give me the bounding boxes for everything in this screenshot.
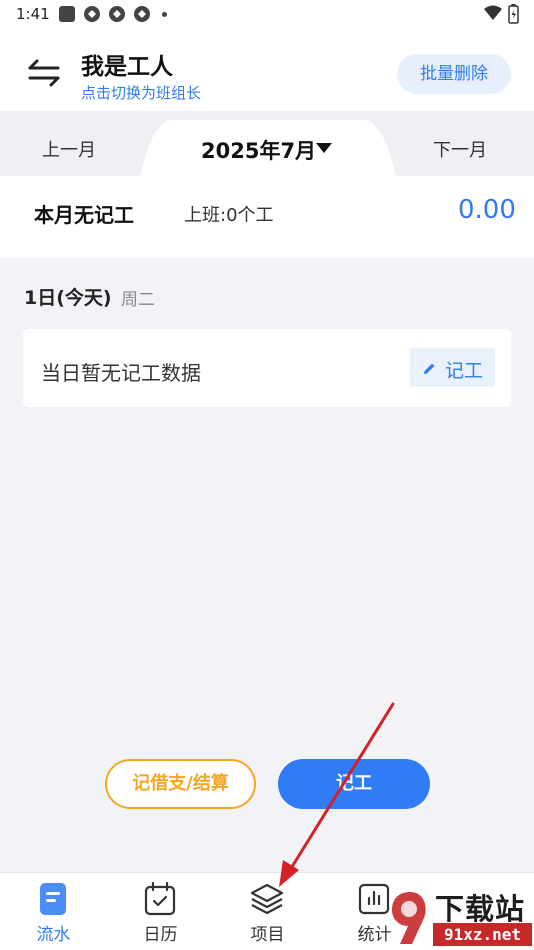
caret-down-icon[interactable] xyxy=(316,143,332,153)
next-month-button[interactable]: 下一月 xyxy=(433,136,487,162)
notification-app-icon xyxy=(134,6,150,22)
role-title[interactable]: 我是工人 xyxy=(81,47,173,81)
watermark-url: 91xz.net xyxy=(433,923,532,946)
day-empty-text: 当日暂无记工数据 xyxy=(41,361,201,385)
switch-role-icon[interactable] xyxy=(24,56,64,90)
day-card: 当日暂无记工数据 记工 xyxy=(23,329,511,407)
watermark-logo xyxy=(392,892,426,944)
notification-square-icon xyxy=(59,6,75,22)
pencil-icon xyxy=(424,363,435,374)
summary-work-count: 上班:0个工 xyxy=(184,205,274,226)
calendar-icon xyxy=(144,882,176,916)
layers-icon xyxy=(250,883,284,915)
status-time: 1:41 xyxy=(16,5,50,23)
tab-label: 项目 xyxy=(250,925,285,945)
tab-label: 日历 xyxy=(143,925,178,945)
day-date-label: 1日(今天) xyxy=(24,287,112,309)
watermark-title: 下载站 xyxy=(435,892,526,926)
tab-flow[interactable]: 流水 xyxy=(0,873,107,950)
app-header: 我是工人 点击切换为班组长 批量删除 xyxy=(0,30,534,111)
tab-calendar[interactable]: 日历 xyxy=(107,873,214,950)
document-icon xyxy=(40,883,66,915)
battery-icon xyxy=(508,4,519,24)
more-notifications-dot xyxy=(162,12,167,17)
summary-amount: 0.00 xyxy=(458,195,516,225)
day-record-label: 记工 xyxy=(445,360,484,382)
day-record-button[interactable]: 记工 xyxy=(410,348,495,387)
switch-role-link[interactable]: 点击切换为班组长 xyxy=(81,82,201,103)
notification-app-icon xyxy=(84,6,100,22)
wifi-icon xyxy=(484,5,502,20)
status-bar: 1:41 xyxy=(0,0,534,30)
borrow-settle-button[interactable]: 记借支/结算 xyxy=(105,759,256,809)
current-month-label[interactable]: 2025年7月 xyxy=(201,135,316,165)
month-navigator: 上一月 2025年7月 下一月 xyxy=(0,111,534,176)
tab-label: 流水 xyxy=(36,925,71,945)
tab-projects[interactable]: 项目 xyxy=(214,873,321,950)
notification-app-icon xyxy=(109,6,125,22)
prev-month-button[interactable]: 上一月 xyxy=(42,136,96,162)
batch-delete-button[interactable]: 批量删除 xyxy=(397,54,511,94)
chart-icon xyxy=(358,883,390,915)
day-weekday: 周二 xyxy=(121,290,155,310)
month-summary: 本月无记工 上班:0个工 0.00 xyxy=(0,176,534,258)
summary-title: 本月无记工 xyxy=(34,203,134,227)
record-work-button[interactable]: 记工 xyxy=(278,759,430,809)
